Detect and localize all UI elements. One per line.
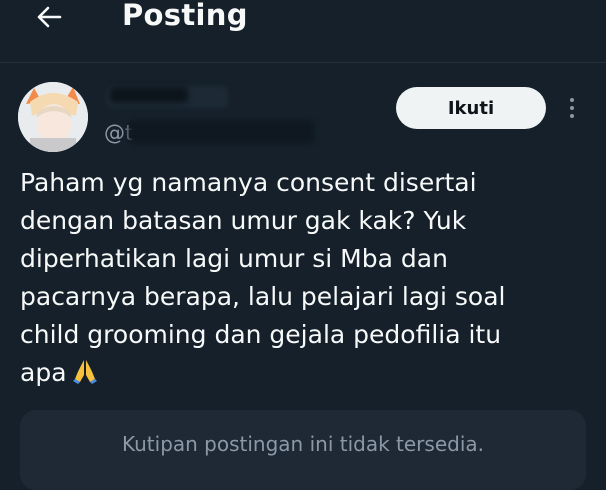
page-title: Posting bbox=[122, 0, 248, 32]
header-bar: Posting bbox=[0, 0, 606, 62]
quoted-post-card: Kutipan postingan ini tidak tersedia. bbox=[20, 410, 586, 490]
follow-button[interactable]: Ikuti bbox=[396, 87, 546, 129]
avatar-image bbox=[18, 82, 88, 152]
tweet-body: Paham yg namanya consent disertai dengan… bbox=[20, 168, 506, 387]
tweet-text: Paham yg namanya consent disertai dengan… bbox=[20, 164, 580, 396]
user-handle-redacted bbox=[128, 120, 314, 144]
more-vertical-icon-dot bbox=[570, 106, 574, 110]
more-options-button[interactable] bbox=[562, 94, 582, 122]
avatar[interactable] bbox=[18, 82, 88, 152]
more-vertical-icon bbox=[570, 98, 574, 102]
folded-hands-icon bbox=[71, 357, 99, 396]
quote-unavailable-text: Kutipan postingan ini tidak tersedia. bbox=[122, 432, 484, 456]
header-divider bbox=[0, 62, 606, 63]
more-vertical-icon-dot bbox=[570, 114, 574, 118]
display-name-redacted-inner bbox=[110, 87, 188, 103]
back-button[interactable] bbox=[30, 0, 68, 34]
arrow-left-icon bbox=[37, 6, 62, 28]
